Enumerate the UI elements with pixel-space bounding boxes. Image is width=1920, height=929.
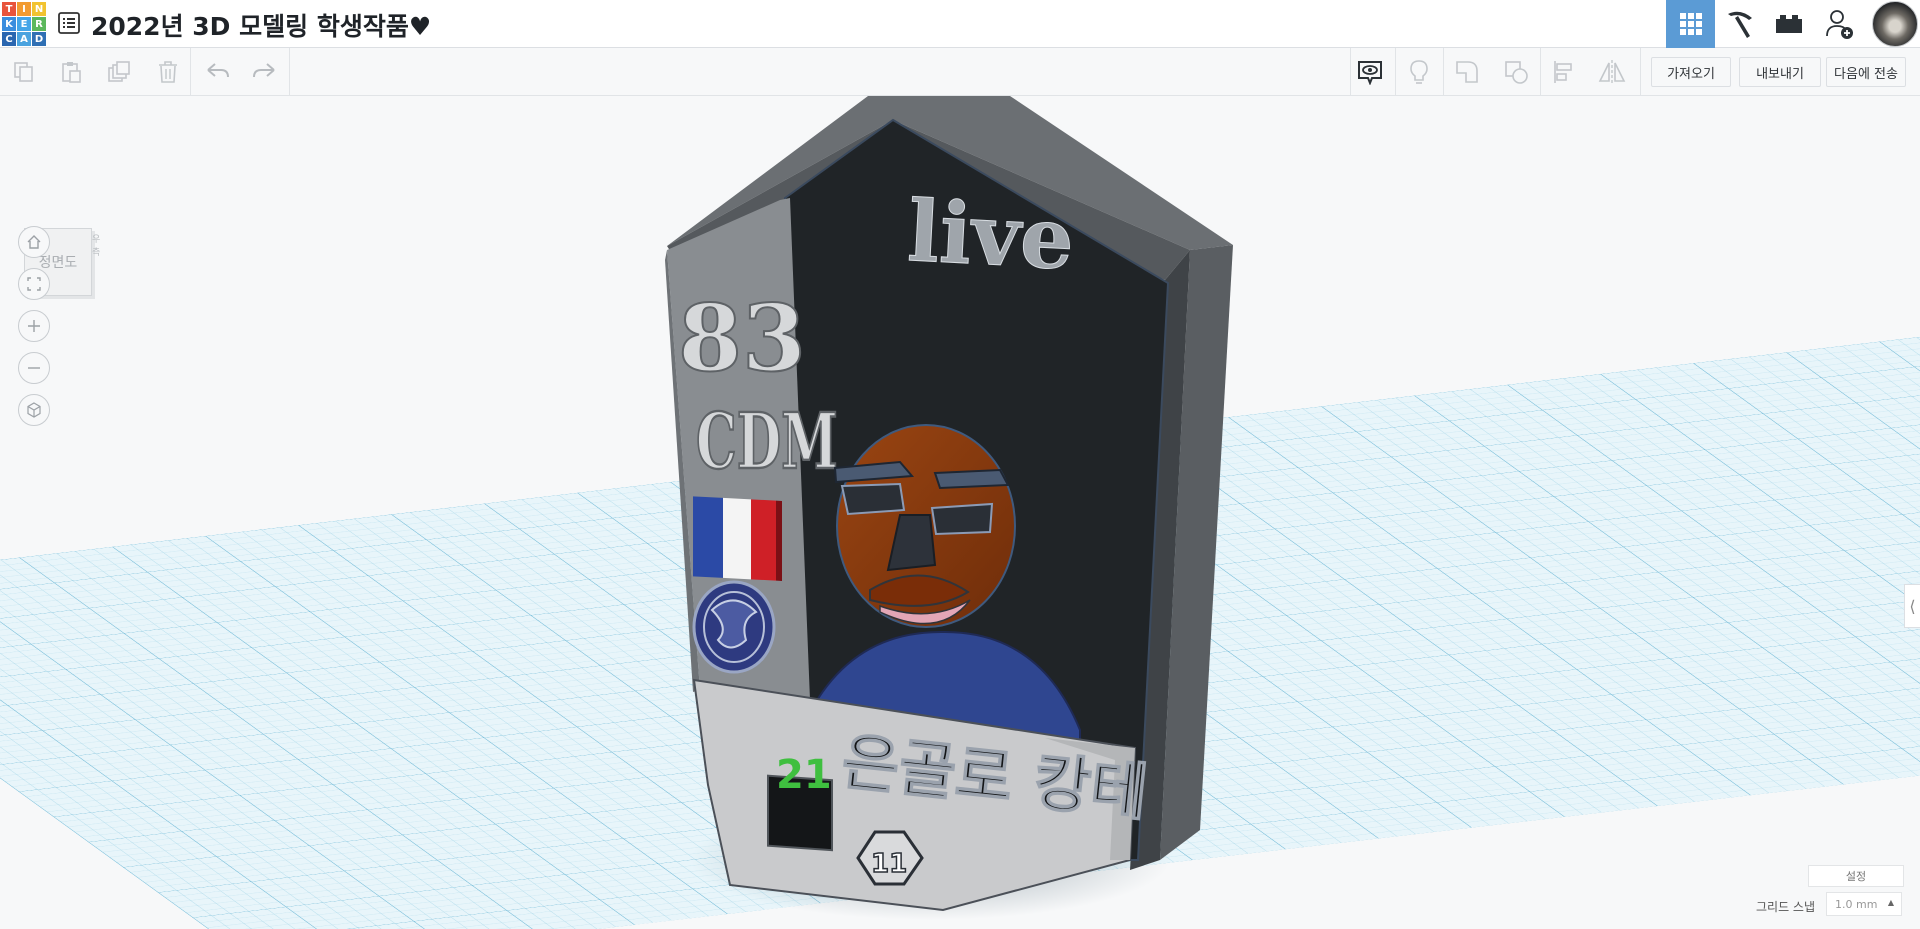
ungroup-shape-icon [1505,61,1528,84]
delete-icon [159,61,177,83]
shapes-panel-toggle[interactable]: ⟨ [1904,584,1920,628]
tab-3d-design[interactable] [1666,0,1715,48]
logo-letter: N [32,2,46,16]
logo-letter: I [17,2,31,16]
light-bulb-button[interactable] [1403,56,1435,88]
bottom-emblem-text: 11 [871,849,907,879]
chevron-left-icon: ⟨ [1909,596,1916,616]
grid-snap-label: 그리드 스냅 [1756,900,1816,914]
export-button[interactable]: 내보내기 [1739,57,1821,87]
bricks-icon [1775,15,1802,33]
design-title[interactable]: 2022년 3D 모델링 학생작품♥ [91,7,431,43]
duplicate-button[interactable] [103,56,135,88]
notes-visibility-button[interactable] [1354,56,1386,88]
logo-letter: D [32,32,46,46]
redo-icon [253,63,275,78]
send-to-button[interactable]: 다음에 전송 [1826,57,1906,87]
redo-button[interactable] [248,56,280,88]
pickaxe-icon [1727,11,1752,38]
light-bulb-icon [1410,60,1428,84]
invite-user-button[interactable] [1813,0,1864,48]
delete-button[interactable] [152,56,184,88]
paste-button[interactable] [55,56,87,88]
flag-stripe [751,499,776,581]
zoom-out-icon [28,367,40,369]
perspective-icon [27,402,41,418]
logo-letter: A [17,32,31,46]
copy-icon [14,62,33,82]
tab-blocks[interactable] [1715,0,1764,48]
tab-bricks[interactable] [1764,0,1813,48]
fit-view-icon [27,277,41,291]
perspective-button[interactable] [18,394,50,426]
align-button[interactable] [1548,56,1580,88]
home-view-button[interactable] [18,226,50,258]
french-flag [693,496,782,581]
edit-toolbar: 가져오기 내보내기 다음에 전송 [0,48,1920,96]
badge-number: 21 [776,752,832,798]
ungroup-button[interactable] [1500,56,1532,88]
mirror-icon [1598,60,1626,84]
copy-button[interactable] [8,56,40,88]
zoom-in-button[interactable] [18,310,50,342]
grid-view-icon [1679,13,1702,35]
import-button[interactable]: 가져오기 [1651,57,1731,87]
chevron-up-icon: ▲ [1887,898,1894,907]
mirror-button[interactable] [1596,56,1628,88]
model-text-live: live [905,181,1076,289]
align-icon [1554,61,1572,83]
view-cube-right[interactable]: 우측 [92,232,100,258]
top-header: TIN KER CAD 2022년 3D 모델링 학생작품♥ [0,0,1920,48]
logo-letter: E [17,17,31,31]
add-user-icon [1825,10,1853,39]
grid-snap-value: 1.0 mm [1835,897,1878,911]
grid-snap-select[interactable]: 1.0 mm ▲ [1826,892,1902,916]
undo-button[interactable] [202,56,234,88]
fit-view-button[interactable] [18,268,50,300]
figure-face [833,424,1016,628]
list-icon[interactable] [58,12,80,34]
home-view-icon [27,235,41,249]
workplane-viewport[interactable]: live 83 CDM 21 은골로 캉테 11 정면도 우측 ⟨ [0,96,1920,929]
group-button[interactable] [1451,56,1483,88]
3d-scene: live 83 CDM 21 은골로 캉테 11 [0,96,1920,929]
notes-visibility-icon [1358,61,1382,85]
flag-stripe [693,496,723,578]
logo-letter: C [2,32,16,46]
model-text-number: 83 [678,284,806,392]
flag-stripe [723,497,751,580]
view-tabs [1666,0,1864,48]
logo-letter: K [2,17,16,31]
undo-icon [207,63,229,78]
model-text-cdm: CDM [696,397,838,486]
club-emblem [692,580,776,674]
paste-icon [62,62,81,83]
user-avatar[interactable] [1872,1,1918,47]
settings-button[interactable]: 설정 [1808,865,1904,887]
group-shape-icon [1456,61,1478,83]
number-badge: 21 [767,752,833,852]
tinkercad-logo[interactable]: TIN KER CAD [2,2,46,46]
zoom-out-button[interactable] [18,352,50,384]
duplicate-icon [108,61,130,82]
logo-letter: T [2,2,16,16]
logo-letter: R [32,17,46,31]
zoom-in-icon [28,320,40,332]
